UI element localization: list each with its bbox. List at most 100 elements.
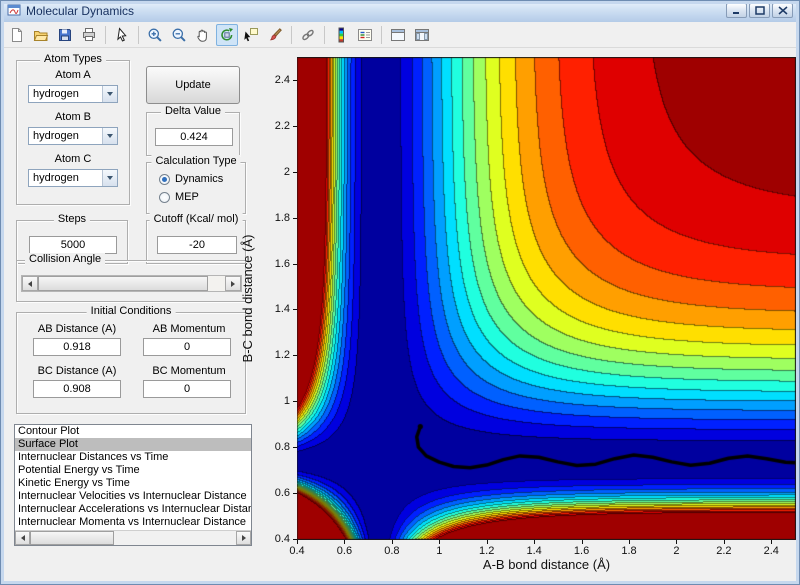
listbox-horizontal-scrollbar[interactable] bbox=[15, 530, 251, 545]
rotate-3d-icon[interactable] bbox=[216, 23, 238, 46]
list-item[interactable]: Contour Plot bbox=[15, 425, 251, 438]
hide-plot-tools-icon[interactable] bbox=[387, 24, 409, 46]
link-plot-icon[interactable] bbox=[297, 24, 319, 46]
atom-a-dropdown[interactable]: hydrogen bbox=[28, 85, 118, 103]
x-tick-label: 1.4 bbox=[526, 545, 542, 557]
mep-radio-label: MEP bbox=[175, 191, 199, 203]
new-figure-icon[interactable] bbox=[6, 24, 28, 46]
window-title: Molecular Dynamics bbox=[26, 4, 135, 18]
x-tick bbox=[391, 540, 393, 544]
app-window: Molecular Dynamics Atom Types Atom A hyd… bbox=[0, 0, 800, 585]
list-item-selected[interactable]: Surface Plot bbox=[15, 438, 251, 451]
calculation-type-title: Calculation Type bbox=[151, 155, 241, 167]
pan-icon[interactable] bbox=[192, 24, 214, 46]
toolbar bbox=[0, 22, 800, 48]
open-file-icon[interactable] bbox=[30, 24, 52, 46]
y-tick-label: 0.8 bbox=[274, 441, 290, 454]
contour-plot[interactable] bbox=[297, 57, 796, 540]
y-axis-label: B-C bond distance (Å) bbox=[240, 234, 255, 363]
x-tick bbox=[771, 540, 773, 544]
x-tick-label: 0.4 bbox=[289, 545, 305, 557]
maximize-button[interactable] bbox=[749, 3, 770, 18]
insert-legend-icon[interactable] bbox=[354, 24, 376, 46]
y-tick-label: 1 bbox=[283, 395, 290, 408]
list-item[interactable]: Internuclear Distances vs Time bbox=[15, 451, 251, 464]
atom-types-panel: Atom Types Atom A hydrogen Atom B hydrog… bbox=[16, 53, 130, 205]
x-tick bbox=[439, 540, 441, 544]
y-tick-label: 0.6 bbox=[274, 487, 290, 500]
list-item[interactable]: Kinetic Energy vs Time bbox=[15, 477, 251, 490]
atom-a-value: hydrogen bbox=[33, 88, 79, 100]
ab-distance-field[interactable] bbox=[33, 338, 121, 356]
x-tick bbox=[534, 540, 536, 544]
show-plot-tools-icon[interactable] bbox=[411, 24, 433, 46]
y-tick-label: 2.4 bbox=[274, 73, 290, 86]
x-tick-label: 2.4 bbox=[763, 545, 779, 557]
list-item[interactable]: Internuclear Velocities vs Internuclear … bbox=[15, 490, 251, 503]
delta-value-field[interactable] bbox=[155, 128, 233, 146]
y-tick-label: 1.6 bbox=[274, 257, 290, 270]
toolbar-separator bbox=[381, 25, 382, 44]
x-tick-label: 1.8 bbox=[621, 545, 637, 557]
slider-thumb[interactable] bbox=[38, 276, 208, 291]
list-item[interactable]: Internuclear Momenta vs Internuclear Dis… bbox=[15, 516, 251, 529]
atom-c-dropdown[interactable]: hydrogen bbox=[28, 169, 118, 187]
list-item[interactable]: Internuclear Accelerations vs Internucle… bbox=[15, 503, 251, 516]
plot-type-listbox[interactable]: Contour Plot Surface Plot Internuclear D… bbox=[14, 424, 252, 546]
collision-angle-panel: Collision Angle bbox=[16, 253, 246, 302]
delta-value-panel: Delta Value bbox=[146, 105, 240, 156]
chevron-down-icon[interactable] bbox=[102, 170, 117, 186]
save-figure-icon[interactable] bbox=[54, 24, 76, 46]
atom-b-dropdown[interactable]: hydrogen bbox=[28, 127, 118, 145]
print-figure-icon[interactable] bbox=[78, 24, 100, 46]
mep-radio[interactable]: MEP bbox=[159, 191, 199, 203]
minimize-button[interactable] bbox=[726, 3, 747, 18]
radio-selected-icon[interactable] bbox=[159, 173, 170, 185]
titlebar[interactable]: Molecular Dynamics bbox=[0, 0, 800, 22]
delta-value-title: Delta Value bbox=[160, 105, 226, 117]
app-icon bbox=[7, 3, 21, 20]
scrollbar-left-arrow-icon[interactable] bbox=[15, 531, 30, 545]
toolbar-separator bbox=[138, 25, 139, 44]
cutoff-title: Cutoff (Kcal/ mol) bbox=[149, 213, 243, 225]
zoom-in-icon[interactable] bbox=[144, 24, 166, 46]
bc-momentum-field[interactable] bbox=[143, 380, 231, 398]
ab-distance-label: AB Distance (A) bbox=[37, 323, 117, 335]
edit-plot-icon[interactable] bbox=[111, 24, 133, 46]
x-tick-label: 2.2 bbox=[716, 545, 732, 557]
bc-distance-label: BC Distance (A) bbox=[37, 365, 117, 377]
collision-angle-title: Collision Angle bbox=[25, 253, 106, 265]
collision-angle-slider[interactable] bbox=[21, 275, 242, 292]
initial-conditions-title: Initial Conditions bbox=[86, 305, 176, 317]
x-tick-label: 0.8 bbox=[384, 545, 400, 557]
bc-distance-field[interactable] bbox=[33, 380, 121, 398]
y-tick-label: 1.2 bbox=[274, 349, 290, 362]
chevron-down-icon[interactable] bbox=[102, 128, 117, 144]
x-tick bbox=[581, 540, 583, 544]
atom-c-label: Atom C bbox=[54, 153, 92, 165]
slider-right-arrow-icon[interactable] bbox=[225, 276, 241, 291]
ab-momentum-field[interactable] bbox=[143, 338, 231, 356]
ab-momentum-label: AB Momentum bbox=[152, 323, 226, 335]
radio-unselected-icon[interactable] bbox=[159, 191, 170, 203]
dynamics-radio[interactable]: Dynamics bbox=[159, 173, 223, 185]
insert-colorbar-icon[interactable] bbox=[330, 24, 352, 46]
atom-c-value: hydrogen bbox=[33, 172, 79, 184]
zoom-out-icon[interactable] bbox=[168, 24, 190, 46]
cutoff-field[interactable] bbox=[157, 236, 237, 254]
scrollbar-thumb[interactable] bbox=[30, 531, 114, 545]
update-button[interactable]: Update bbox=[146, 66, 240, 104]
atom-b-label: Atom B bbox=[54, 111, 92, 123]
y-tick-label: 1.8 bbox=[274, 211, 290, 224]
steps-field[interactable] bbox=[29, 236, 117, 254]
slider-left-arrow-icon[interactable] bbox=[22, 276, 38, 291]
chevron-down-icon[interactable] bbox=[102, 86, 117, 102]
close-button[interactable] bbox=[772, 3, 793, 18]
x-tick bbox=[629, 540, 630, 544]
initial-conditions-panel: Initial Conditions AB Distance (A) AB Mo… bbox=[16, 305, 246, 414]
data-cursor-icon[interactable] bbox=[240, 24, 262, 46]
brush-data-icon[interactable] bbox=[264, 24, 286, 46]
list-item[interactable]: Potential Energy vs Time bbox=[15, 464, 251, 477]
y-tick-label: 0.4 bbox=[274, 533, 290, 545]
x-tick bbox=[676, 540, 678, 544]
